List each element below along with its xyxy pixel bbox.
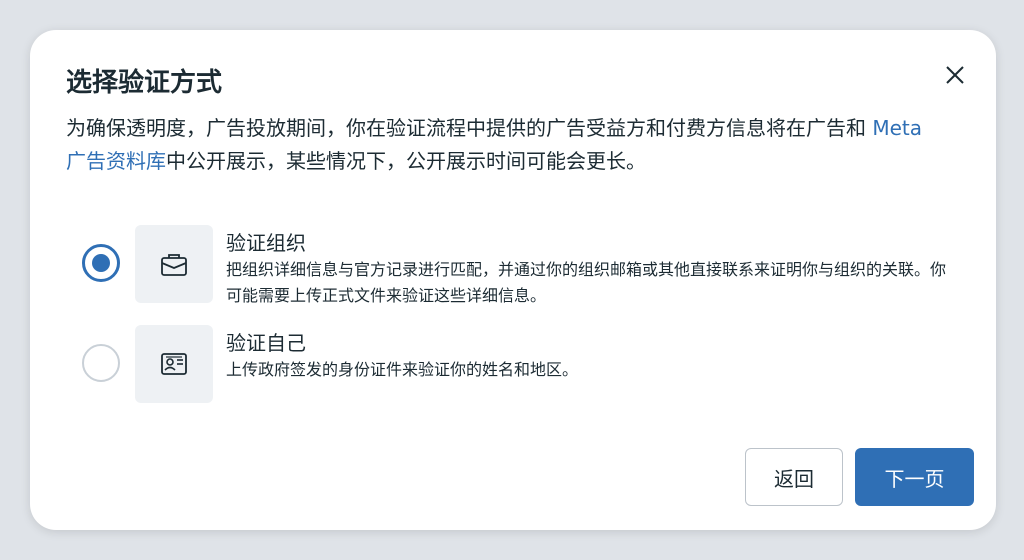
description-text: 为确保透明度，广告投放期间，你在验证流程中提供的广告受益方和付费方信息将在广告和 [66,116,873,140]
option-icon-box [135,225,213,303]
close-button[interactable] [940,60,970,90]
dialog-description: 为确保透明度，广告投放期间，你在验证流程中提供的广告受益方和付费方信息将在广告和… [66,112,946,178]
verification-method-dialog: 选择验证方式 为确保透明度，广告投放期间，你在验证流程中提供的广告受益方和付费方… [30,30,996,530]
briefcase-icon [161,254,187,276]
close-icon [946,66,964,84]
dialog-title: 选择验证方式 [66,68,223,98]
radio-verify-self[interactable] [82,344,120,382]
radio-selected-dot [92,254,110,272]
description-text-end: 中公开展示，某些情况下，公开展示时间可能会更长。 [166,149,646,173]
back-button[interactable]: 返回 [745,448,843,506]
option-icon-box [135,325,213,403]
next-page-button[interactable]: 下一页 [855,448,974,506]
option-title: 验证组织 [226,231,306,255]
option-verify-organization[interactable]: 验证组织 把组织详细信息与官方记录进行匹配，并通过你的组织邮箱或其他直接联系来证… [80,225,960,305]
option-verify-self[interactable]: 验证自己 上传政府签发的身份证件来验证你的姓名和地区。 [80,325,960,405]
option-description: 把组织详细信息与官方记录进行匹配，并通过你的组织邮箱或其他直接联系来证明你与组织… [226,260,947,305]
id-card-icon [161,353,187,375]
radio-verify-organization[interactable] [82,244,120,282]
option-title: 验证自己 [226,331,306,355]
option-description: 上传政府签发的身份证件来验证你的姓名和地区。 [226,360,579,379]
